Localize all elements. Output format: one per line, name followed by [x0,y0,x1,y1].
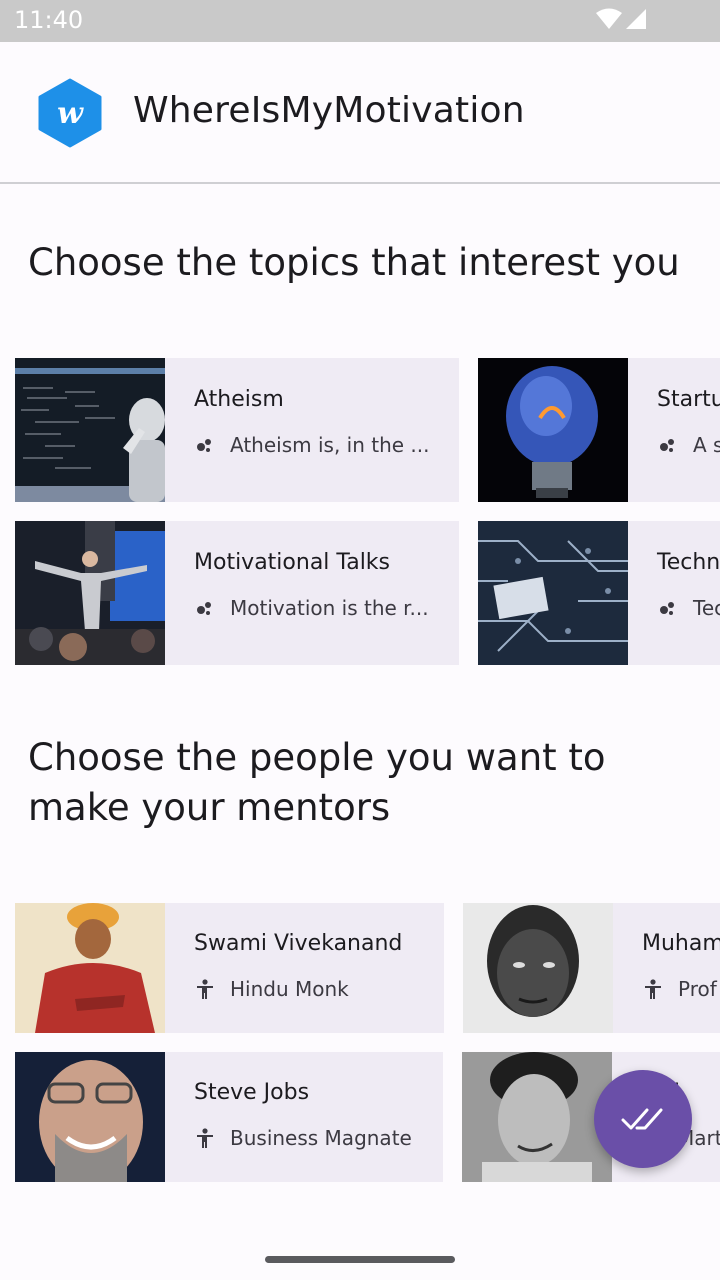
topic-thumb-atheism [15,358,165,502]
gesture-nav-handle[interactable] [265,1256,455,1263]
topics-heading: Choose the topics that interest you [28,241,680,284]
person-photo-swami-vivekanand [15,903,165,1033]
person-card-steve-jobs[interactable]: Steve Jobs Business Magnate [15,1052,443,1182]
person-role: Prof [678,977,717,1001]
people-heading: Choose the people you want to make your … [28,736,606,829]
person-role-row: Prof [642,977,717,1001]
topic-thumb-technology [478,521,628,665]
status-bar: 11:40 [0,0,720,42]
person-photo-muhammad [463,903,613,1033]
topic-desc: A s [693,433,720,457]
double-check-icon [621,1108,663,1130]
topic-desc-row: Atheism is, in the ... [194,433,430,457]
person-name: Swami Vivekanand [194,931,403,956]
person-icon [197,1128,213,1148]
topic-title: Motivational Talks [194,550,391,575]
person-icon [645,979,661,999]
topic-desc: Tec [693,596,720,620]
person-role: Business Magnate [230,1126,412,1150]
person-role-row: Hindu Monk [194,977,349,1001]
confirm-fab-button[interactable] [594,1070,692,1168]
person-name: Muham [642,931,720,956]
topic-thumb-startup [478,358,628,502]
person-name: Steve Jobs [194,1080,310,1105]
person-role-row: Business Magnate [194,1126,412,1150]
topic-title: Atheism [194,387,284,412]
topic-desc: Motivation is the r... [230,596,429,620]
topic-card-technology[interactable]: Techn Tec [478,521,720,665]
app-title: WhereIsMyMotivation [133,90,525,131]
topic-desc-row: Motivation is the r... [194,596,429,620]
person-photo-bruce-lee [462,1052,612,1182]
topic-desc-row: Tec [657,596,720,620]
topic-card-motivational-talks[interactable]: Motivational Talks Motivation is the r..… [15,521,459,665]
status-time: 11:40 [14,6,84,34]
topic-card-startup[interactable]: Startu A s [478,358,720,502]
topic-title: Startu [657,387,720,412]
person-card-swami-vivekanand[interactable]: Swami Vivekanand Hindu Monk [15,903,444,1033]
topic-thumb-motivational-talks [15,521,165,665]
bubbles-icon [660,439,674,452]
logo-letter: w [57,96,84,131]
topic-title: Techn [657,550,720,575]
signal-wifi-icon [596,8,646,29]
app-logo-icon: w [38,78,102,148]
topic-desc-row: A s [657,433,720,457]
bubbles-icon [197,439,211,452]
person-icon [197,979,213,999]
person-photo-steve-jobs [15,1052,165,1182]
person-card-muhammad[interactable]: Muham Prof [463,903,720,1033]
topic-desc: Atheism is, in the ... [230,433,430,457]
app-bar: w WhereIsMyMotivation [0,42,720,184]
topic-card-atheism[interactable]: Atheism Atheism is, in the ... [15,358,459,502]
bubbles-icon [660,602,674,615]
person-role: Hindu Monk [230,977,349,1001]
bubbles-icon [197,602,211,615]
